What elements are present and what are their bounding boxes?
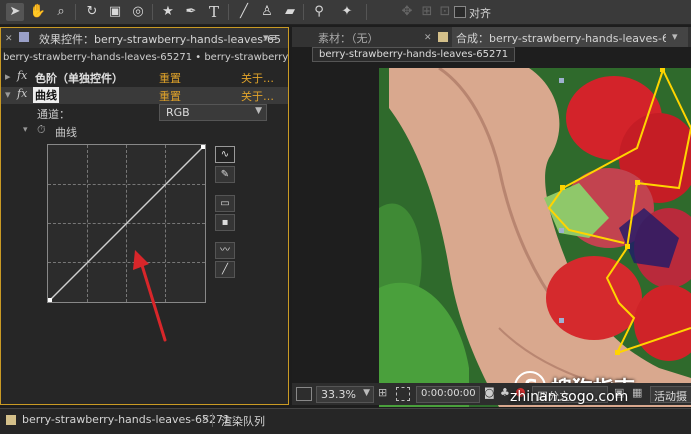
effect-row-levels: ▸ fx 色阶（单独控件） 重置 关于… [1, 69, 288, 86]
layer-path: berry-strawberry-hands-leaves-65271 • be… [3, 52, 288, 63]
pen-tool-icon[interactable]: ✒ [182, 3, 200, 21]
strawberry-hands-photo [379, 68, 691, 407]
expand-arrow-icon[interactable]: ▸ [5, 70, 11, 83]
align-label: 对齐 [469, 7, 491, 20]
timecode-value: 0:00:00:00 [421, 388, 476, 399]
toolbar-divider [152, 4, 153, 20]
fx-icon[interactable]: fx [17, 69, 27, 82]
open-folder-icon[interactable]: ▭ [215, 195, 235, 212]
toolbar-divider [303, 4, 304, 20]
reset-link[interactable]: 重置 [159, 88, 181, 104]
timecode-field[interactable]: 0:00:00:00 [416, 386, 480, 403]
effect-controls-panel: ✕ 效果控件：berry-strawberry-hands-leaves-65 … [0, 27, 289, 405]
pencil-icon[interactable]: ✎ [215, 166, 235, 183]
collapse-arrow-icon[interactable]: ▾ [5, 88, 11, 101]
close-icon[interactable]: × [201, 412, 210, 425]
composition-image[interactable]: S 搜狗指南 [379, 68, 691, 407]
render-queue-tab[interactable]: 渲染队列 [221, 413, 265, 429]
chevron-down-icon[interactable]: ▾ [672, 30, 678, 43]
effect-controls-tab[interactable]: 效果控件：berry-strawberry-hands-leaves-65 [39, 31, 281, 47]
align-checkbox[interactable] [454, 6, 466, 18]
region-icon[interactable] [296, 387, 312, 401]
timeline-comp-icon [6, 415, 16, 425]
panel-menu-icon[interactable]: ▾≡ [263, 31, 278, 44]
transparency-grid-icon[interactable]: ▦ [632, 386, 642, 399]
puppet-tool-icon[interactable]: ✦ [338, 3, 356, 21]
camera-tool-icon[interactable]: ▣ [106, 3, 124, 21]
stopwatch-icon[interactable]: ⏱ [37, 123, 46, 137]
close-icon[interactable]: ✕ [424, 33, 432, 43]
viewer-header: 素材：（无） ✕ 合成：berry-strawberry-hands-leave… [292, 27, 691, 47]
comp-name-tab[interactable]: berry-strawberry-hands-leaves-65271 [312, 47, 516, 62]
brush-tool-icon[interactable]: ╱ [235, 3, 253, 21]
shape-tool-icon[interactable]: ★ [159, 3, 177, 21]
selection-tool-icon[interactable]: ➤ [6, 3, 24, 21]
curves-label: 曲线 [55, 126, 77, 139]
axis-icon: ✥ [401, 4, 413, 19]
composition-viewer: 素材：（无） ✕ 合成：berry-strawberry-hands-leave… [292, 27, 691, 407]
channel-value: RGB [166, 106, 190, 119]
effect-controls-header: ✕ 效果控件：berry-strawberry-hands-leaves-65 … [1, 28, 288, 48]
effect-row-curves: ▾ fx 曲线 重置 关于… [1, 87, 288, 104]
channel-label: 通道： [37, 108, 70, 121]
tools-toolbar: ➤ ✋ ⌕ ↻ ▣ ◎ ★ ✒ T ╱ ♙ ▰ ⚲ ✦ ✥ ⊞ ⊡ 对齐 [0, 0, 691, 25]
save-icon[interactable]: ▪ [215, 214, 235, 231]
annotation-arrow [133, 250, 167, 342]
toolbar-divider [228, 4, 229, 20]
camera-dropdown[interactable]: 活动摄 [650, 386, 691, 403]
rotate-tool-icon[interactable]: ↻ [83, 3, 101, 21]
reset-link[interactable]: 重置 [159, 70, 181, 86]
roto-brush-icon[interactable]: ⚲ [310, 3, 328, 21]
text-tool-icon[interactable]: T [205, 3, 223, 21]
zoom-tool-icon[interactable]: ⌕ [52, 3, 70, 21]
mask-visibility-icon[interactable] [396, 387, 410, 401]
grid-icon[interactable]: ⊞ [378, 386, 387, 399]
bottom-tab-bar: berry-strawberry-hands-leaves-65271 × 渲染… [0, 408, 691, 434]
axis-local-icon: ⊞ [421, 4, 433, 19]
composition-tab[interactable]: 合成：berry-strawberry-hands-leaves-65271 [456, 30, 666, 46]
close-icon[interactable]: ✕ [5, 34, 13, 44]
zoom-value: 33.3% [321, 388, 356, 401]
viewer-footer: 33.3% ▼ ⊞ 0:00:00:00 ◙ ♣ 四分之 ▣ ▦ 活动摄 [292, 383, 691, 405]
toolbar-divider [366, 4, 367, 20]
show-snapshot-icon[interactable]: ♣ [500, 386, 510, 399]
clone-stamp-icon[interactable]: ♙ [258, 3, 276, 21]
pan-behind-icon[interactable]: ◎ [129, 3, 147, 21]
eraser-icon[interactable]: ▰ [281, 3, 299, 21]
about-link[interactable]: 关于… [241, 88, 274, 104]
comp-icon [438, 32, 448, 42]
effect-name: 曲线 [33, 87, 59, 103]
hand-tool-icon[interactable]: ✋ [29, 3, 47, 21]
channel-dropdown[interactable]: RGB ▼ [159, 104, 267, 121]
reset-curve-icon[interactable]: ╱ [215, 261, 235, 278]
chevron-down-icon: ▼ [255, 106, 262, 116]
collapse-arrow-icon[interactable]: ▾ [23, 125, 28, 135]
smooth-icon[interactable]: 〰 [215, 242, 235, 259]
snapshot-icon[interactable]: ◙ [484, 386, 495, 399]
fx-icon[interactable]: fx [17, 87, 27, 100]
chevron-down-icon: ▼ [363, 388, 370, 398]
effect-name: 色阶（单独控件） [35, 72, 123, 85]
watermark-url: zhinan.sogo.com [510, 389, 629, 405]
axis-world-icon: ⊡ [439, 4, 451, 19]
curve-bezier-icon[interactable]: ∿ [215, 146, 235, 163]
camera-value: 活动摄 [654, 390, 687, 403]
tab-divider [212, 413, 213, 427]
footage-tab[interactable]: 素材：（无） [318, 30, 379, 46]
timeline-tab[interactable]: berry-strawberry-hands-leaves-65271 [22, 413, 230, 426]
about-link[interactable]: 关于… [241, 70, 274, 86]
panel-lock-icon[interactable] [19, 32, 29, 42]
toolbar-divider [75, 4, 76, 20]
zoom-dropdown[interactable]: 33.3% ▼ [316, 386, 374, 403]
